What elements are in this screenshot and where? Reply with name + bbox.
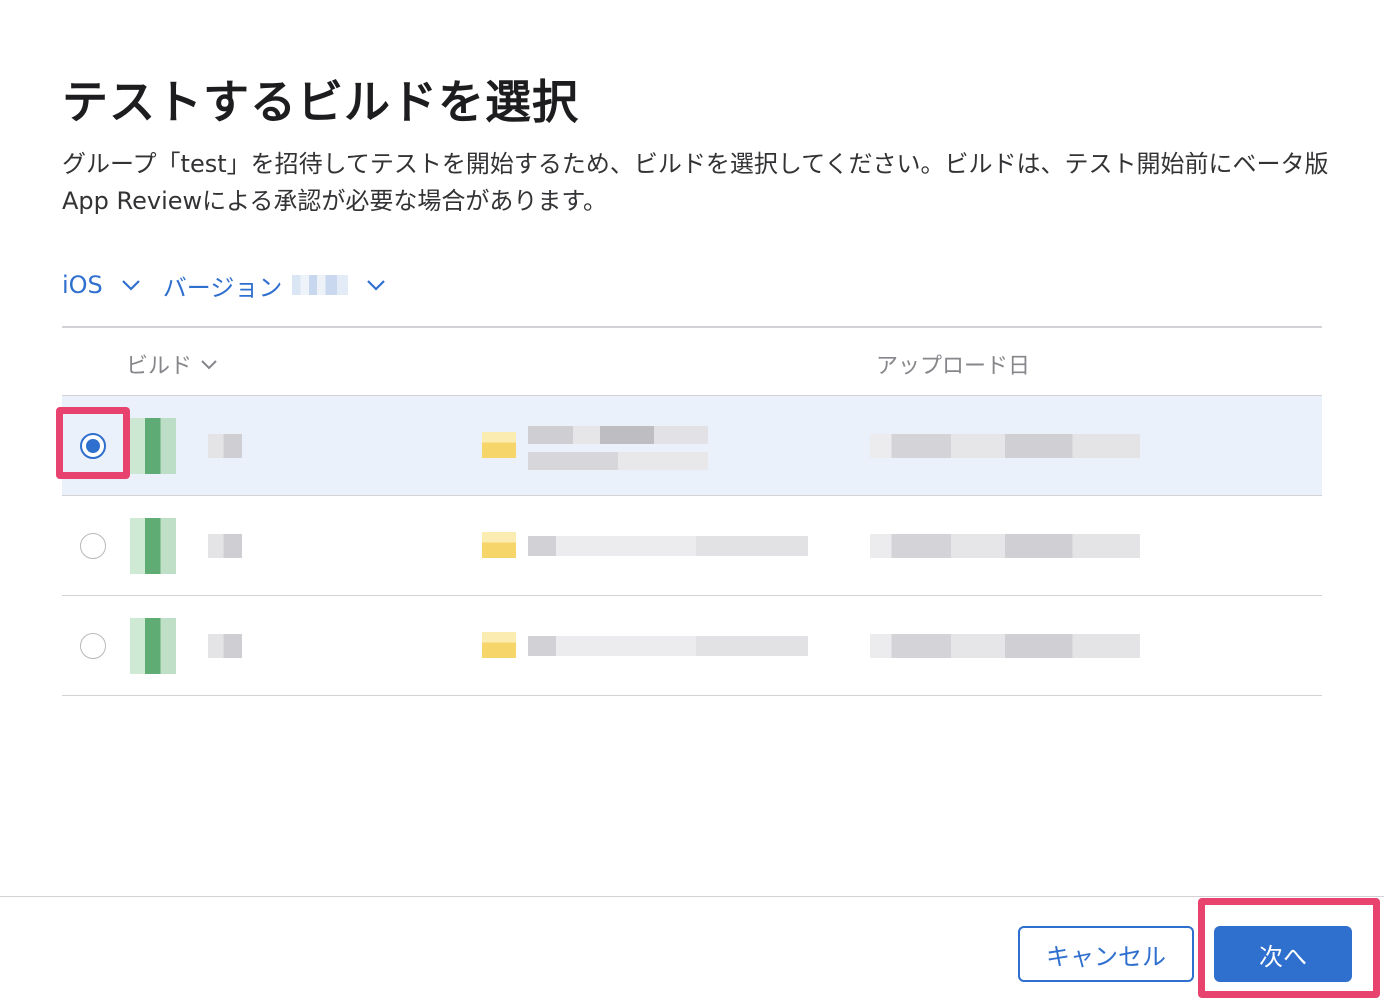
build-info-redacted [528, 452, 708, 470]
dialog-description: グループ「test」を招待してテストを開始するため、ビルドを選択してください。ビ… [62, 150, 1329, 215]
app-icon [130, 418, 176, 474]
upload-date-redacted [870, 534, 1140, 558]
chevron-down-icon [367, 280, 386, 291]
build-table: ビルド アップロード日 [62, 326, 1322, 696]
upload-date-redacted [870, 434, 1140, 458]
status-icon [482, 532, 516, 558]
table-row[interactable] [62, 596, 1322, 696]
column-header-upload-date: アップロード日 [876, 354, 1031, 379]
chevron-down-icon [201, 359, 217, 369]
table-row[interactable] [62, 396, 1322, 496]
build-info-redacted [528, 636, 808, 656]
app-icon [130, 618, 176, 674]
build-number-redacted [208, 534, 242, 558]
build-info-redacted [528, 536, 808, 556]
status-icon [482, 632, 516, 658]
footer-divider [0, 896, 1384, 897]
version-label: バージョン [162, 273, 283, 302]
highlight-frame-radio [56, 407, 130, 479]
status-icon [482, 432, 516, 458]
column-header-build-label: ビルド [126, 354, 193, 379]
app-icon [130, 518, 176, 574]
version-value-redacted [292, 275, 349, 295]
build-number-redacted [208, 634, 242, 658]
build-info-redacted [528, 426, 708, 444]
highlight-frame-next [1198, 898, 1380, 998]
platform-dropdown[interactable]: iOS [62, 271, 141, 299]
build-number-redacted [208, 434, 242, 458]
cancel-button[interactable]: キャンセル [1018, 926, 1194, 982]
filter-bar: iOS バージョン [62, 268, 386, 302]
upload-date-redacted [870, 634, 1140, 658]
table-row[interactable] [62, 496, 1322, 596]
radio-icon[interactable] [80, 633, 106, 659]
chevron-down-icon [122, 280, 140, 291]
table-header: ビルド アップロード日 [62, 328, 1322, 396]
platform-label: iOS [62, 271, 103, 299]
version-dropdown[interactable]: バージョン [163, 268, 387, 303]
column-header-build[interactable]: ビルド [126, 348, 218, 380]
dialog-title: テストするビルドを選択 [62, 75, 579, 129]
radio-icon[interactable] [80, 533, 106, 559]
